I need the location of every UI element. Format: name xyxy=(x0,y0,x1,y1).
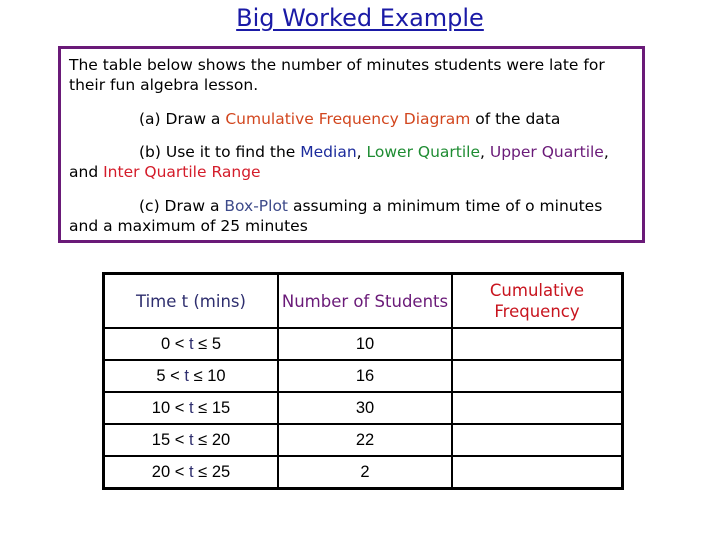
header-time: Time t (mins) xyxy=(102,272,279,329)
variable-t: t xyxy=(188,398,194,417)
lt-symbol: < xyxy=(170,366,180,385)
le-symbol: ≤ xyxy=(193,366,203,385)
table-row: 5 < t ≤ 10 16 xyxy=(102,359,624,393)
question-part-c: (c) Draw a Box-Plot assuming a minimum t… xyxy=(69,196,636,236)
term-inter-quartile-range: Inter Quartile Range xyxy=(103,163,261,181)
time-interval-cell: 20 < t ≤ 25 xyxy=(102,455,279,490)
lt-symbol: < xyxy=(174,334,185,353)
variable-t: t xyxy=(188,334,194,353)
part-a-prefix: (a) Draw a xyxy=(139,110,226,128)
time-interval-cell: 0 < t ≤ 5 xyxy=(102,327,279,361)
question-intro: The table below shows the number of minu… xyxy=(69,56,605,94)
le-symbol: ≤ xyxy=(198,430,208,449)
table-header-row: Time t (mins) Number of Students Cumulat… xyxy=(102,272,624,329)
term-median: Median xyxy=(300,143,357,161)
header-cumulative-frequency: Cumulative Frequency xyxy=(451,272,624,329)
term-lower-quartile: Lower Quartile xyxy=(366,143,480,161)
part-c-prefix: (c) Draw a xyxy=(139,197,225,215)
page-title: Big Worked Example xyxy=(236,4,484,32)
part-a-suffix: of the data xyxy=(470,110,561,128)
header-number-of-students: Number of Students xyxy=(277,272,453,329)
interval-lower: 20 xyxy=(151,462,171,481)
table-row: 15 < t ≤ 20 22 xyxy=(102,423,624,457)
le-symbol: ≤ xyxy=(198,462,208,481)
time-interval-cell: 10 < t ≤ 15 xyxy=(102,391,279,425)
cumulative-frequency-cell xyxy=(451,359,624,393)
students-cell: 30 xyxy=(277,391,453,425)
table-row: 0 < t ≤ 5 10 xyxy=(102,327,624,361)
lt-symbol: < xyxy=(174,430,185,449)
question-part-a: (a) Draw a Cumulative Frequency Diagram … xyxy=(69,109,636,129)
interval-upper: 5 xyxy=(211,334,222,353)
table-row: 10 < t ≤ 15 30 xyxy=(102,391,624,425)
lt-symbol: < xyxy=(174,462,185,481)
students-cell: 16 xyxy=(277,359,453,393)
question-part-b: (b) Use it to find the Median, Lower Qua… xyxy=(69,142,636,182)
le-symbol: ≤ xyxy=(198,334,208,353)
lt-symbol: < xyxy=(174,398,185,417)
time-interval-cell: 5 < t ≤ 10 xyxy=(102,359,279,393)
cumulative-frequency-cell xyxy=(451,391,624,425)
interval-lower: 5 xyxy=(156,366,166,385)
time-interval-cell: 15 < t ≤ 20 xyxy=(102,423,279,457)
interval-upper: 20 xyxy=(211,430,231,449)
interval-upper: 25 xyxy=(211,462,231,481)
students-cell: 22 xyxy=(277,423,453,457)
interval-lower: 0 xyxy=(160,334,171,353)
part-b-sep1: , xyxy=(356,143,367,161)
cumulative-frequency-cell xyxy=(451,455,624,490)
frequency-table: Time t (mins) Number of Students Cumulat… xyxy=(102,272,624,490)
term-box-plot: Box-Plot xyxy=(224,197,289,215)
part-b-prefix: (b) Use it to find the xyxy=(139,143,301,161)
variable-t: t xyxy=(184,366,189,385)
cumulative-frequency-cell xyxy=(451,423,624,457)
question-box: The table below shows the number of minu… xyxy=(58,46,645,243)
interval-upper: 15 xyxy=(211,398,231,417)
students-cell: 2 xyxy=(277,455,453,490)
interval-lower: 15 xyxy=(151,430,171,449)
interval-lower: 10 xyxy=(151,398,171,417)
part-b-sep2: , xyxy=(480,143,490,161)
le-symbol: ≤ xyxy=(198,398,208,417)
term-cumulative-frequency-diagram: Cumulative Frequency Diagram xyxy=(225,110,471,128)
term-upper-quartile: Upper Quartile xyxy=(489,143,604,161)
table-row: 20 < t ≤ 25 2 xyxy=(102,455,624,490)
cumulative-frequency-cell xyxy=(451,327,624,361)
variable-t: t xyxy=(188,462,194,481)
variable-t: t xyxy=(188,430,194,449)
interval-upper: 10 xyxy=(207,366,226,385)
students-cell: 10 xyxy=(277,327,453,361)
